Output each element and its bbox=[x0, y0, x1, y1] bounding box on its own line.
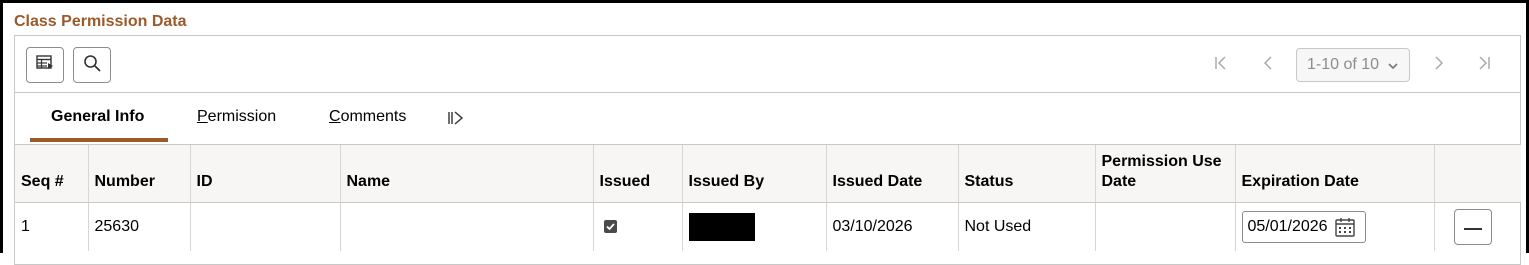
cell-actions bbox=[1434, 203, 1521, 252]
last-page-button[interactable] bbox=[1472, 53, 1496, 77]
show-all-columns-button[interactable] bbox=[445, 110, 467, 130]
page-range-value: 1-10 of 10 bbox=[1307, 56, 1380, 73]
cell-seq: 1 bbox=[15, 202, 89, 251]
tab-permission[interactable]: Permission bbox=[197, 108, 276, 126]
cell-name bbox=[340, 202, 594, 251]
table-header-row: Seq # Number ID Name Issued Issued By Is… bbox=[15, 145, 1521, 203]
column-header-issued-by[interactable]: Issued By bbox=[682, 145, 827, 203]
cell-permission-use-date bbox=[1095, 202, 1236, 251]
cell-id bbox=[190, 202, 341, 251]
tab-comments[interactable]: Comments bbox=[329, 108, 406, 126]
chevron-down-icon bbox=[1387, 59, 1399, 77]
first-page-button[interactable] bbox=[1209, 53, 1233, 77]
next-page-button[interactable] bbox=[1427, 53, 1451, 77]
cell-expiration-date: 05/01/2026 bbox=[1235, 202, 1435, 251]
section-title: Class Permission Data bbox=[14, 13, 187, 30]
table-row: 1 25630 03/10/2026 Not Used 05/01/2026 bbox=[15, 202, 1521, 252]
expiration-date-field[interactable]: 05/01/2026 bbox=[1241, 211, 1366, 243]
permission-table: Seq # Number ID Name Issued Issued By Is… bbox=[15, 145, 1521, 251]
expand-columns-icon bbox=[447, 110, 465, 131]
previous-page-button[interactable] bbox=[1256, 53, 1280, 77]
cell-status: Not Used bbox=[958, 202, 1096, 251]
delete-row-button[interactable] bbox=[1453, 209, 1492, 245]
column-header-number[interactable]: Number bbox=[88, 145, 191, 203]
column-header-seq[interactable]: Seq # bbox=[15, 145, 89, 203]
column-header-expiration-date[interactable]: Expiration Date bbox=[1235, 145, 1435, 203]
checkmark-icon bbox=[605, 223, 615, 231]
page-frame: Class Permission Data 1-10 of 10 General… bbox=[0, 0, 1529, 265]
column-header-status[interactable]: Status bbox=[958, 145, 1096, 203]
view-options-button[interactable] bbox=[26, 47, 64, 83]
active-tab-indicator bbox=[30, 138, 168, 142]
search-button[interactable] bbox=[73, 47, 111, 83]
issued-checkbox[interactable] bbox=[603, 220, 617, 234]
column-header-issued[interactable]: Issued bbox=[593, 145, 683, 203]
table-settings-icon bbox=[36, 54, 54, 76]
column-header-name[interactable]: Name bbox=[340, 145, 594, 203]
minus-icon bbox=[1463, 218, 1482, 236]
search-icon bbox=[83, 54, 101, 77]
previous-page-icon bbox=[1260, 55, 1276, 76]
cell-issued bbox=[593, 202, 683, 251]
calendar-icon[interactable] bbox=[1334, 216, 1356, 238]
next-page-icon bbox=[1431, 55, 1447, 76]
first-page-icon bbox=[1213, 55, 1229, 76]
redacted-issued-by bbox=[688, 213, 755, 241]
page-range-select[interactable]: 1-10 of 10 bbox=[1296, 48, 1410, 82]
permission-grid: 1-10 of 10 General Info Permission Comme… bbox=[14, 35, 1521, 265]
cell-number: 25630 bbox=[88, 202, 191, 251]
last-page-icon bbox=[1476, 55, 1492, 76]
column-header-issued-date[interactable]: Issued Date bbox=[826, 145, 959, 203]
column-header-id[interactable]: ID bbox=[190, 145, 341, 203]
tab-bar: General Info Permission Comments bbox=[15, 93, 1520, 145]
expiration-date-value: 05/01/2026 bbox=[1247, 218, 1328, 235]
column-header-actions bbox=[1434, 145, 1521, 203]
grid-toolbar: 1-10 of 10 bbox=[15, 36, 1520, 93]
tab-general-info[interactable]: General Info bbox=[51, 108, 144, 126]
column-header-permission-use-date[interactable]: Permission Use Date bbox=[1095, 145, 1236, 203]
cell-issued-by bbox=[682, 202, 827, 251]
cell-issued-date: 03/10/2026 bbox=[826, 202, 959, 251]
